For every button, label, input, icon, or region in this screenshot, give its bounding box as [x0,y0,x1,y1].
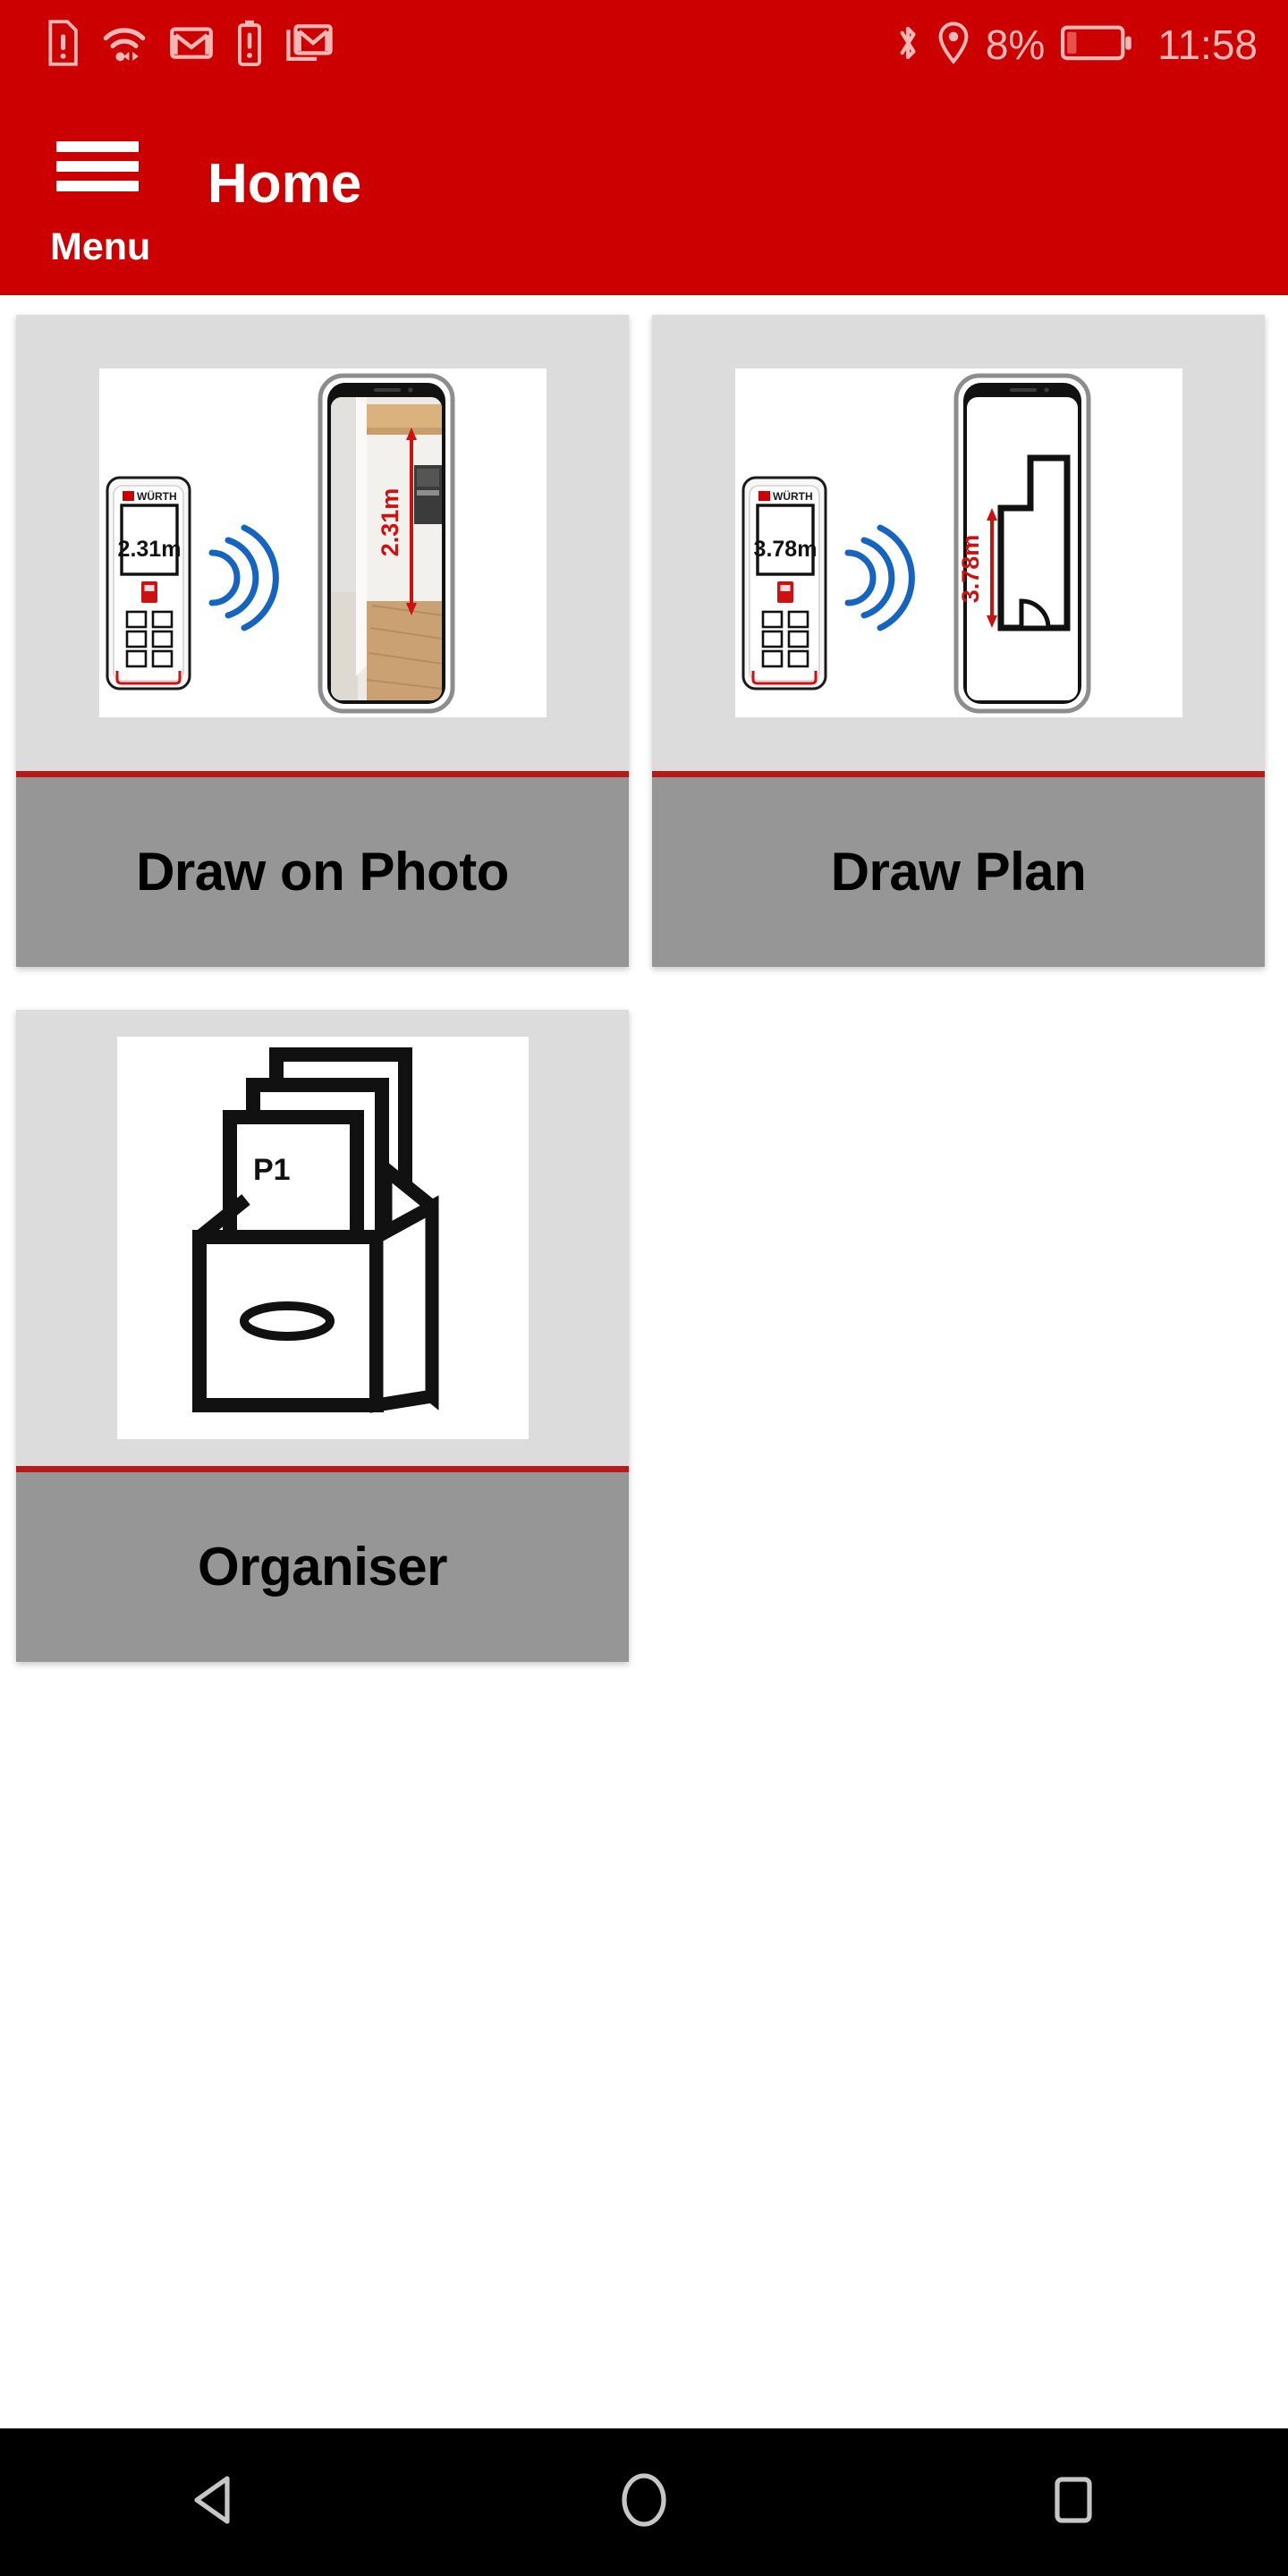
card-separator [16,1466,629,1472]
laser-meter-plan-illustration: WÜRTH 3.78m 3.78m [734,369,1182,717]
card-separator [652,771,1265,777]
hamburger-menu-icon[interactable] [56,141,139,191]
page-title: Home [208,153,362,215]
phone-with-plan: 3.78m [953,373,1090,714]
laser-meter-photo-illustration: WÜRTH 2.31m 2.31m [98,369,547,717]
file-box-illustration: P1 [116,1037,529,1439]
app-bar: Menu Home [0,89,1288,295]
home-content: WÜRTH 2.31m 2.31m Draw on Photo WÜRTH 3.… [0,295,1288,2428]
home-circle-icon [618,2471,670,2533]
menu-label[interactable]: Menu [50,228,150,267]
svg-text:3.78m: 3.78m [957,535,984,604]
card-label-draw-on-photo[interactable]: Draw on Photo [16,777,629,967]
card-label-draw-plan[interactable]: Draw Plan [652,777,1265,967]
svg-text:WÜRTH: WÜRTH [773,489,813,503]
laser-meter-device: WÜRTH 2.31m [106,476,191,691]
home-button[interactable] [555,2428,733,2576]
svg-text:3.78m: 3.78m [753,537,817,562]
android-navigation-bar [0,2428,1288,2576]
draw-plan-thumbnail: WÜRTH 3.78m 3.78m [652,315,1265,771]
status-bar: 8% 11:58 [0,0,1288,89]
svg-text:WÜRTH: WÜRTH [137,489,177,503]
status-bar-clock: 11:58 [1157,21,1258,68]
gmail-icon [170,25,213,65]
hamburger-line-3 [56,181,139,191]
phone-with-photo: 2.31m [318,373,454,714]
card-separator [16,771,629,777]
battery-alert-icon [236,20,263,71]
card-label-organiser[interactable]: Organiser [16,1472,629,1662]
wifi-data-transfer-icon [102,22,147,68]
hamburger-line-2 [56,161,139,172]
document-label: P1 [253,1153,291,1187]
wurth-logo: WÜRTH [122,489,177,503]
draw-on-photo-thumbnail: WÜRTH 2.31m 2.31m [16,315,629,771]
laser-meter-device: WÜRTH 3.78m [741,476,826,691]
home-card-organiser[interactable]: P1 Organiser [16,1010,629,1662]
wurth-logo: WÜRTH [758,489,813,503]
recents-button[interactable] [984,2428,1163,2576]
bluetooth-icon [894,21,921,69]
status-bar-left-icons [45,19,333,71]
location-pin-icon [937,21,970,69]
home-card-draw-on-photo[interactable]: WÜRTH 2.31m 2.31m Draw on Photo [16,315,629,967]
gmail-stacked-icon [286,23,333,67]
hamburger-line-1 [56,141,139,152]
battery-low-icon [1061,24,1132,66]
battery-percent-label: 8% [985,21,1046,68]
organiser-thumbnail: P1 [16,1010,629,1466]
home-card-grid: WÜRTH 2.31m 2.31m Draw on Photo WÜRTH 3.… [0,315,1288,1705]
status-bar-right-icons: 8% 11:58 [894,21,1258,69]
svg-text:2.31m: 2.31m [377,488,403,557]
recents-square-icon [1052,2473,1095,2531]
sim-card-alert-icon [45,19,79,71]
svg-text:2.31m: 2.31m [117,537,181,562]
back-button[interactable] [125,2428,304,2576]
card-label-text: Draw on Photo [136,842,509,902]
card-label-text: Organiser [198,1537,447,1597]
card-label-text: Draw Plan [830,842,1087,902]
back-triangle-icon [190,2473,240,2531]
home-card-draw-plan[interactable]: WÜRTH 3.78m 3.78m Draw Plan [652,315,1265,967]
